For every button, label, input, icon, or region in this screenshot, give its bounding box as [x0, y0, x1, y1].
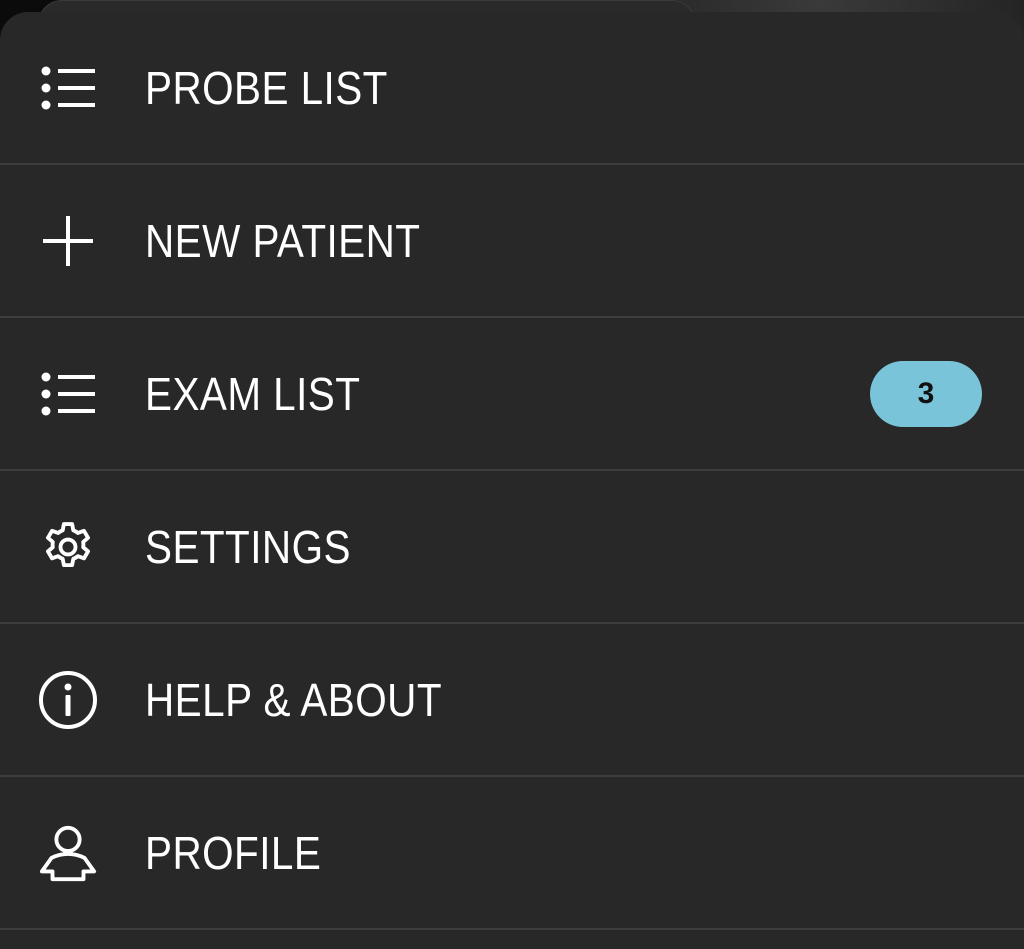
- menu-item-label: SETTINGS: [145, 520, 351, 573]
- exam-count-badge: 3: [870, 360, 982, 427]
- menu-item-label: EXAM LIST: [145, 367, 361, 420]
- info-icon: [38, 670, 98, 730]
- plus-icon: [38, 211, 98, 271]
- menu-item-settings[interactable]: SETTINGS: [0, 471, 1024, 624]
- menu-item-exam-list[interactable]: EXAM LIST 3: [0, 318, 1024, 471]
- menu-item-label: PROBE LIST: [145, 61, 388, 114]
- menu-item-profile[interactable]: PROFILE: [0, 777, 1024, 930]
- menu-item-probe-list[interactable]: PROBE LIST: [0, 12, 1024, 165]
- navigation-menu: PROBE LIST NEW PATIENT EXAM LIST 3 SETTI…: [0, 12, 1024, 949]
- list-icon: [38, 364, 98, 424]
- list-icon: [38, 58, 98, 118]
- menu-item-new-patient[interactable]: NEW PATIENT: [0, 165, 1024, 318]
- menu-item-label: PROFILE: [145, 826, 322, 879]
- menu-item-label: HELP & ABOUT: [145, 673, 443, 726]
- gear-icon: [38, 517, 98, 577]
- user-icon: [38, 823, 98, 883]
- menu-item-label: NEW PATIENT: [145, 214, 421, 267]
- menu-item-help-about[interactable]: HELP & ABOUT: [0, 624, 1024, 777]
